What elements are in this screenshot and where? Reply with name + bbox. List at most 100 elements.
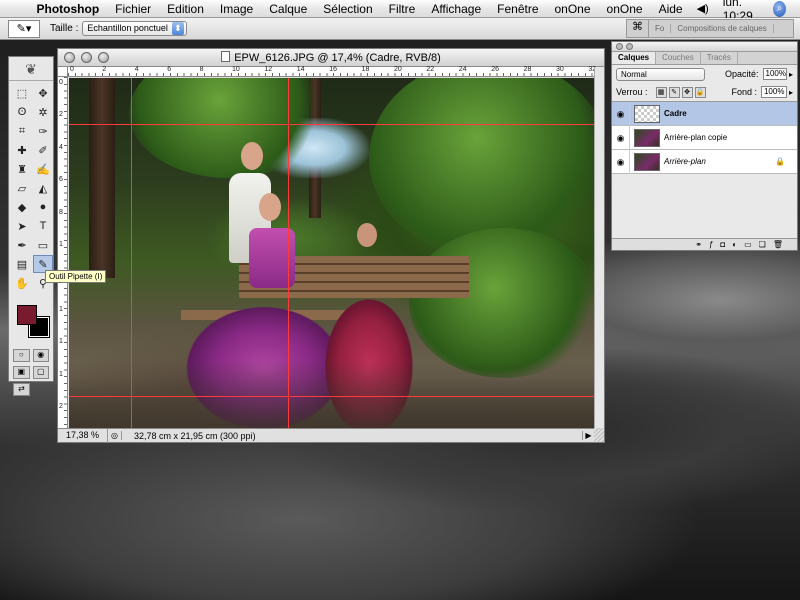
resize-grip[interactable]: [594, 428, 604, 442]
screen-modes: ▣ ▢: [9, 364, 53, 381]
new-layer-icon[interactable]: ❏: [759, 240, 766, 249]
pen-tool-icon[interactable]: ✒: [12, 236, 32, 254]
notes-tool-icon[interactable]: ▤: [12, 255, 32, 273]
tab-traces[interactable]: Tracés: [701, 52, 738, 64]
fill-field[interactable]: 100%: [760, 86, 787, 98]
layers-panel-titlebar[interactable]: [612, 42, 797, 52]
layer-cadre[interactable]: ◉ Cadre: [612, 101, 797, 126]
layer-style-icon[interactable]: ƒ: [709, 240, 713, 249]
document-status-bar: 17,38 % ◎ 32,78 cm x 21,95 cm (300 ppi) …: [58, 428, 594, 443]
menu-edition[interactable]: Edition: [159, 2, 212, 16]
new-group-icon[interactable]: ▭: [744, 240, 752, 249]
menu-filtre[interactable]: Filtre: [381, 2, 424, 16]
crop-tool-icon[interactable]: ⌗: [12, 122, 32, 140]
tool-tooltip: Outil Pipette (I): [45, 270, 107, 283]
layer-name: Cadre: [664, 109, 687, 118]
document-titlebar[interactable]: EPW_6126.JPG @ 17,4% (Cadre, RVB/8): [58, 49, 604, 67]
layer-arriere-plan[interactable]: ◉ Arrière-plan 🔒: [612, 149, 797, 174]
panel-collapse-button[interactable]: [626, 43, 633, 50]
ruler-origin[interactable]: [58, 67, 68, 77]
fill-arrow-icon[interactable]: ▸: [789, 88, 793, 97]
standard-mode-icon[interactable]: ○: [13, 349, 30, 362]
link-layers-icon[interactable]: ⚭: [695, 240, 702, 249]
foreground-color-swatch[interactable]: [17, 305, 37, 325]
status-icon[interactable]: ◎: [108, 431, 122, 440]
menu-fenetre[interactable]: Fenêtre: [489, 2, 546, 16]
menu-image[interactable]: Image: [212, 2, 261, 16]
tab-calques[interactable]: Calques: [612, 52, 657, 64]
zoom-button[interactable]: [98, 52, 109, 63]
healing-brush-tool-icon[interactable]: ✚: [12, 141, 32, 159]
tab-couches[interactable]: Couches: [656, 52, 701, 64]
delete-layer-icon[interactable]: 🗑: [773, 240, 783, 249]
visibility-eye-icon[interactable]: ◉: [612, 101, 630, 126]
marquee-tool-icon[interactable]: ⬚: [12, 84, 32, 102]
path-selection-tool-icon[interactable]: ➤: [12, 217, 32, 235]
menu-fichier[interactable]: Fichier: [107, 2, 159, 16]
guide-horizontal[interactable]: [69, 396, 595, 397]
window-controls: [64, 52, 109, 63]
lock-pixels-icon[interactable]: ✎: [668, 86, 680, 98]
vertical-scrollbar[interactable]: [594, 67, 604, 428]
horizontal-ruler[interactable]: 0 2 4 6 8 10 12 14 16 18 20 22 24 26 28 30 32: [68, 66, 596, 77]
blend-mode-select[interactable]: Normal: [616, 67, 705, 81]
lock-position-icon[interactable]: ✥: [681, 86, 693, 98]
clone-stamp-tool-icon[interactable]: ♜: [12, 160, 32, 178]
foliage: [409, 228, 595, 378]
opacity-arrow-icon[interactable]: ▸: [789, 70, 793, 79]
type-tool-icon[interactable]: T: [33, 217, 53, 235]
shape-tool-icon[interactable]: ▭: [33, 236, 53, 254]
layer-arriere-plan-copie[interactable]: ◉ Arrière-plan copie: [612, 125, 797, 150]
blur-tool-icon[interactable]: ◆: [12, 198, 32, 216]
imageready-icon[interactable]: ⇄: [13, 383, 30, 396]
guide-horizontal[interactable]: [69, 124, 595, 125]
visibility-eye-icon[interactable]: ◉: [612, 125, 630, 150]
tool-preset-picker[interactable]: ✎ ▾: [8, 19, 40, 38]
slice-tool-icon[interactable]: ✑: [33, 122, 53, 140]
screen-mode-standard-icon[interactable]: ▣: [13, 366, 30, 379]
quick-mask-icon[interactable]: ◉: [32, 349, 49, 362]
layer-mask-icon[interactable]: ◘: [720, 240, 725, 249]
paint-bucket-tool-icon[interactable]: ◭: [33, 179, 53, 197]
spotlight-icon[interactable]: ⌕: [773, 0, 786, 17]
ruler-tick-label: 18: [361, 66, 370, 73]
file-browser-icon[interactable]: ⌘: [627, 20, 649, 37]
palette-well-tab-fo[interactable]: Fo: [649, 24, 672, 33]
image-canvas[interactable]: [69, 78, 595, 430]
sample-size-select[interactable]: Echantillon ponctuel: [82, 21, 187, 36]
app-menu[interactable]: Photoshop: [29, 2, 108, 16]
move-tool-icon[interactable]: ✥: [33, 84, 53, 102]
adjustment-layer-icon[interactable]: ◐: [732, 240, 737, 249]
menu-affichage[interactable]: Affichage: [423, 2, 489, 16]
menu-selection[interactable]: Sélection: [315, 2, 380, 16]
photoshop-feather-icon[interactable]: ❦: [9, 57, 53, 81]
screen-mode-full-icon[interactable]: ▢: [32, 366, 49, 379]
hand-tool-icon[interactable]: ✋: [12, 274, 32, 292]
lock-transparency-icon[interactable]: ▦: [655, 86, 667, 98]
menu-onone-2[interactable]: onOne: [599, 2, 651, 16]
guide-vertical[interactable]: [131, 78, 132, 430]
menu-aide[interactable]: Aide: [651, 2, 691, 16]
volume-icon[interactable]: ◀): [691, 2, 715, 15]
menu-onone-1[interactable]: onOne: [547, 2, 599, 16]
opacity-field[interactable]: 100%: [762, 68, 787, 80]
guide-vertical[interactable]: [288, 78, 289, 430]
menu-calque[interactable]: Calque: [261, 2, 315, 16]
brush-tool-icon[interactable]: ✐: [33, 141, 53, 159]
magic-wand-tool-icon[interactable]: ✲: [33, 103, 53, 121]
lock-all-icon[interactable]: 🔒: [694, 86, 706, 98]
lasso-tool-icon[interactable]: ʘ: [12, 103, 32, 121]
zoom-level-field[interactable]: 17,38 %: [58, 428, 108, 443]
visibility-eye-icon[interactable]: ◉: [612, 149, 630, 174]
minimize-button[interactable]: [81, 52, 92, 63]
dodge-tool-icon[interactable]: ●: [33, 198, 53, 216]
panel-close-button[interactable]: [616, 43, 623, 50]
layer-thumbnail: [634, 152, 660, 171]
eraser-tool-icon[interactable]: ▱: [12, 179, 32, 197]
palette-well-tab-compositions[interactable]: Compositions de calques: [671, 24, 774, 33]
history-brush-tool-icon[interactable]: ✍: [33, 160, 53, 178]
document-proxy-icon[interactable]: [221, 51, 231, 62]
close-button[interactable]: [64, 52, 75, 63]
status-menu-arrow-icon[interactable]: ▶: [582, 431, 594, 440]
vertical-ruler[interactable]: 02468111112: [58, 77, 68, 428]
